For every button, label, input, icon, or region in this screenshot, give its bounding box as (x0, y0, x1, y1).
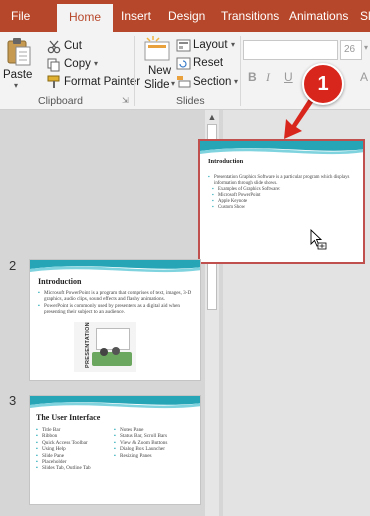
slide-wave-decoration (30, 396, 200, 409)
format-painter-icon (47, 75, 62, 94)
slide-body: Microsoft PowerPoint is a program that c… (38, 290, 196, 315)
reset-button[interactable]: Reset (193, 57, 223, 69)
group-separator (240, 36, 241, 106)
tab-transitions[interactable]: Transitions (221, 0, 279, 32)
italic-button[interactable]: I (266, 70, 270, 85)
new-slide-icon[interactable] (143, 36, 171, 67)
copy-dropdown-icon[interactable]: ▾ (94, 59, 98, 68)
new-slide-label[interactable]: New (148, 65, 171, 77)
dragged-slide-thumbnail[interactable]: Introduction Presentation Graphics Softw… (198, 139, 365, 264)
new-slide-button[interactable]: Slide (144, 79, 170, 91)
tab-file[interactable]: File (11, 0, 30, 32)
tab-home[interactable]: Home (57, 4, 114, 32)
clipboard-launcher-icon[interactable]: ⇲ (122, 96, 129, 105)
tab-design[interactable]: Design (168, 0, 205, 32)
slide-column-left: Title Bar Ribbon Quick Access Toolbar Us… (36, 427, 106, 472)
slide-thumbnail-3[interactable]: The User Interface Title Bar Ribbon Quic… (29, 395, 201, 505)
slide-bullet: Microsoft PowerPoint is a program that c… (38, 290, 196, 303)
ribbon-tab-bar: File Home Insert Design Transitions Anim… (0, 0, 370, 32)
cut-button[interactable]: Cut (64, 40, 82, 52)
slides-group-label: Slides (176, 95, 205, 107)
tab-animations[interactable]: Animations (289, 0, 348, 32)
presentation-image-text: PRESENTATION (84, 322, 91, 368)
reset-icon (176, 57, 191, 75)
audience-head (100, 348, 108, 356)
slide-number: 2 (9, 258, 17, 273)
paste-dropdown-icon[interactable]: ▾ (14, 81, 18, 90)
copy-button[interactable]: Copy (64, 58, 91, 70)
section-icon (176, 75, 191, 93)
slide-bullet: Slides Tab, Outline Tab (36, 465, 106, 472)
slide-title: Introduction (38, 277, 82, 286)
format-painter-button[interactable]: Format Painter (64, 76, 140, 88)
slide-title: The User Interface (36, 413, 101, 422)
audience-figure (92, 352, 132, 366)
font-name-box[interactable] (243, 40, 338, 60)
slide-bullet: PowerPoint is commonly used by presenter… (38, 303, 196, 316)
slide-wave-decoration (30, 260, 200, 273)
audience-head (112, 347, 120, 355)
bold-button[interactable]: B (248, 70, 257, 84)
slide-bullet: Presentation Graphics Software is a part… (208, 175, 358, 187)
font-size-dropdown-icon[interactable]: ▾ (364, 43, 368, 52)
slide-body: Presentation Graphics Software is a part… (208, 175, 358, 211)
group-separator (134, 36, 135, 106)
slide-title: Introduction (208, 158, 244, 165)
section-button[interactable]: Section (193, 76, 231, 88)
move-cursor-icon (310, 229, 327, 250)
new-slide-dropdown-icon[interactable]: ▾ (171, 79, 175, 88)
slide-thumbnail-2[interactable]: Introduction Microsoft PowerPoint is a p… (29, 259, 201, 381)
scissors-icon (47, 40, 61, 59)
layout-dropdown-icon[interactable]: ▾ (231, 40, 235, 49)
clipboard-group-label: Clipboard (38, 95, 83, 107)
section-dropdown-icon[interactable]: ▾ (234, 77, 238, 86)
layout-icon (176, 39, 191, 57)
step-badge: 1 (302, 63, 344, 105)
underline-button[interactable]: U (284, 70, 293, 84)
paste-button[interactable]: Paste (3, 69, 32, 81)
paste-icon[interactable] (6, 37, 32, 72)
font-size-box[interactable]: 26 (340, 40, 362, 60)
presentation-image: PRESENTATION (74, 322, 136, 372)
slide-wave-decoration (200, 141, 363, 155)
scroll-up-icon[interactable]: ▲ (205, 110, 219, 124)
grow-font-button[interactable]: A (360, 70, 368, 84)
layout-button[interactable]: Layout (193, 39, 228, 51)
slide-number: 3 (9, 393, 17, 408)
slide-column-right: Notes Pane Status Bar, Scroll Bars View … (114, 427, 194, 459)
slide-sub-bullet: Custom Show (208, 205, 358, 211)
tab-insert[interactable]: Insert (121, 0, 151, 32)
slide-bullet: Resizing Panes (114, 453, 194, 460)
tab-slideshow[interactable]: Sl (360, 0, 370, 32)
